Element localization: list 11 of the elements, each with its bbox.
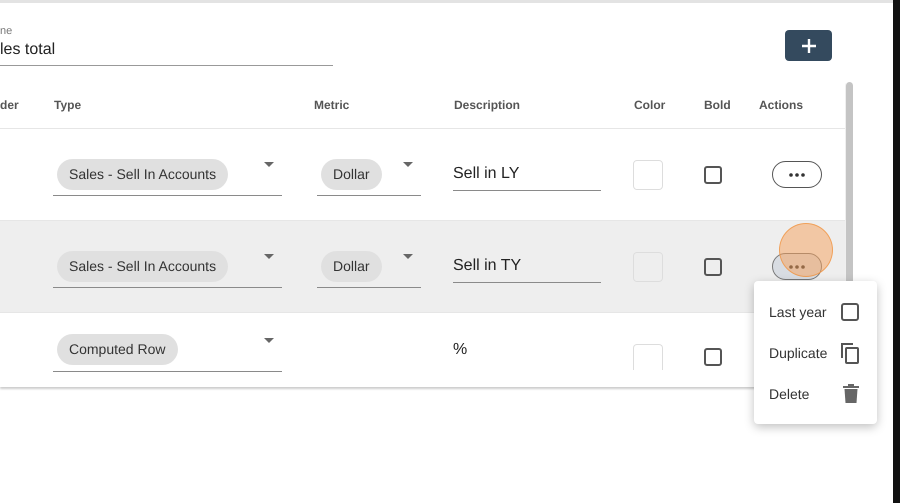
field-label: ne [0,25,14,37]
column-header: Color [634,98,666,112]
description-text: % [453,341,468,358]
menu-item-label: Delete [769,386,810,402]
column-header: Description [454,98,522,112]
column-header: Metric [314,98,350,112]
column-header: Actions [759,98,804,112]
column-header: Type [54,98,82,112]
column-header: der [0,98,20,112]
column-header: Bold [704,98,732,112]
menu-item-label: Duplicate [769,344,828,360]
